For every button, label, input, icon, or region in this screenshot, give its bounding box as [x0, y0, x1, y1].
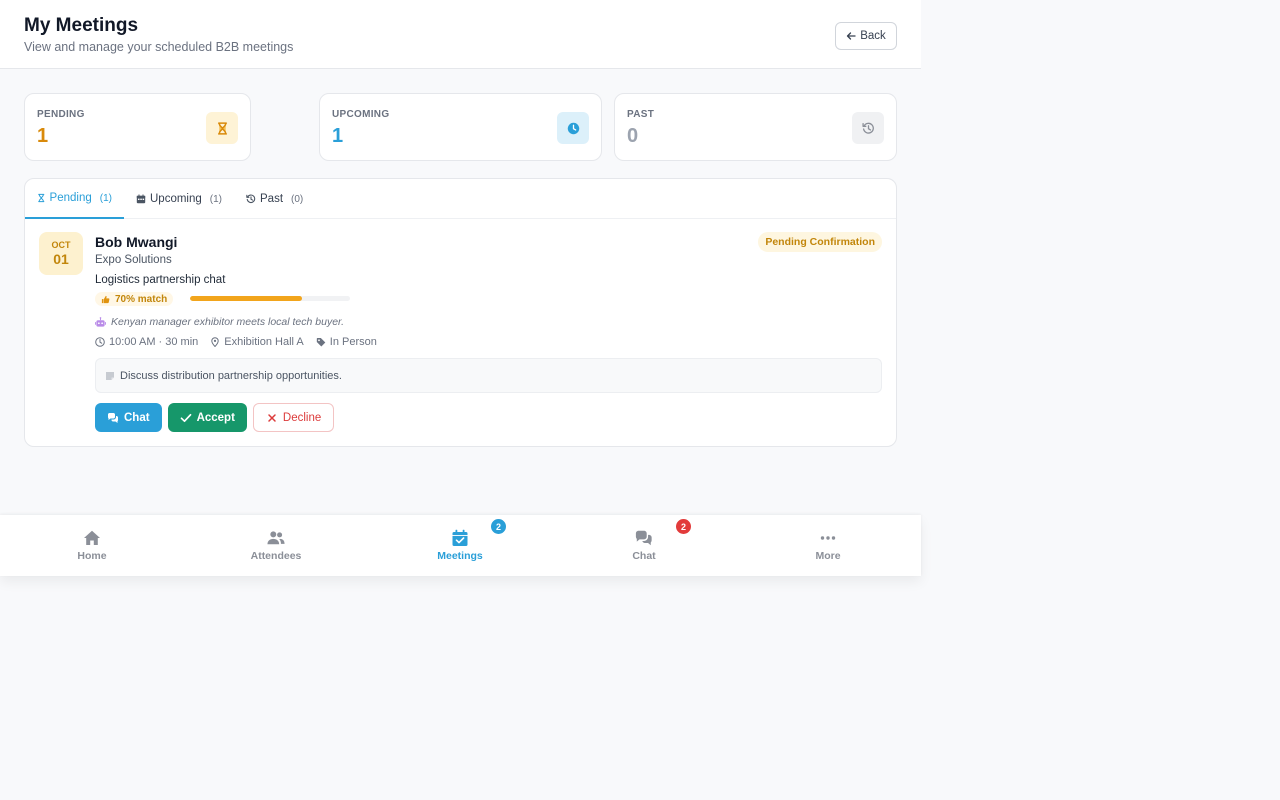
meeting-month: OCT: [51, 240, 71, 250]
ai-note-text: Kenyan manager exhibitor meets local tec…: [111, 316, 345, 328]
tab-count: (1): [209, 193, 223, 205]
meeting-tabs: Pending (1) Upcoming (1) Past (0): [25, 179, 896, 219]
tab-pending[interactable]: Pending (1): [25, 179, 124, 219]
meeting-type: In Person: [316, 336, 377, 348]
decline-button-label: Decline: [282, 411, 322, 424]
note-icon: [106, 371, 114, 380]
tab-count: (1): [99, 192, 112, 204]
meetings-panel: Pending (1) Upcoming (1) Past (0) OCT 01…: [24, 178, 897, 447]
back-button[interactable]: Back: [835, 22, 897, 50]
meeting-topic: Logistics partnership chat: [95, 274, 226, 286]
attendee-company: Expo Solutions: [95, 254, 172, 266]
nav-label: Chat: [632, 550, 656, 562]
nav-more[interactable]: More: [736, 515, 920, 576]
match-progress-fill: [190, 296, 302, 301]
history-icon: [852, 112, 884, 144]
stat-card-pending: PENDING 1: [24, 93, 251, 161]
nav-label: Home: [77, 550, 107, 562]
clock-icon: [557, 112, 589, 144]
arrow-left-icon: [847, 32, 856, 40]
calendar-check-icon: [452, 529, 468, 546]
decline-button[interactable]: Decline: [252, 403, 335, 432]
check-icon: [180, 413, 191, 422]
robot-icon: [95, 316, 106, 327]
page-subtitle: View and manage your scheduled B2B meeti…: [24, 40, 294, 54]
page-title: My Meetings: [24, 15, 139, 36]
stat-card-upcoming: UPCOMING 1: [319, 93, 602, 161]
close-icon: [268, 413, 276, 422]
tab-past[interactable]: Past (0): [234, 179, 315, 219]
meeting-meta: 10:00 AM · 30 min Exhibition Hall A In P…: [95, 336, 377, 348]
meeting-actions: Chat Accept Decline: [95, 403, 335, 432]
nav-label: Meetings: [437, 550, 483, 562]
status-badge: Pending Confirmation: [758, 232, 882, 252]
nav-home[interactable]: Home: [0, 515, 184, 576]
stat-value: 1: [37, 125, 49, 147]
stat-card-past: PAST 0: [614, 93, 897, 161]
stat-value: 1: [332, 125, 344, 147]
hourglass-icon: [206, 112, 238, 144]
back-button-label: Back: [860, 30, 886, 42]
meeting-notes-text: Discuss distribution partnership opportu…: [120, 369, 342, 382]
nav-chat[interactable]: Chat 2: [552, 515, 736, 576]
meeting-type-text: In Person: [329, 336, 377, 348]
meetings-app: My Meetings View and manage your schedul…: [0, 0, 921, 576]
attendee-name: Bob Mwangi: [95, 234, 178, 250]
bottom-navigation: Home Attendees Meetings 2 Chat 2 More: [0, 515, 921, 576]
chat-icon: [108, 412, 118, 423]
meeting-notes: Discuss distribution partnership opportu…: [95, 358, 882, 393]
match-badge: 70% match: [95, 292, 174, 306]
meeting-date-badge: OCT 01: [39, 232, 83, 275]
chat-icon: [635, 530, 652, 546]
tag-icon: [316, 338, 326, 347]
nav-label: More: [815, 550, 841, 562]
meeting-location: Exhibition Hall A: [210, 336, 304, 348]
meeting-time-text: 10:00 AM · 30 min: [109, 336, 199, 348]
tab-label: Past: [260, 193, 284, 205]
stat-label: PAST: [627, 109, 655, 120]
meeting-day: 01: [53, 251, 69, 267]
match-label: 70% match: [115, 293, 168, 305]
stat-value: 0: [627, 125, 639, 147]
calendar-icon: [136, 194, 146, 204]
history-icon: [246, 194, 256, 204]
users-icon: [267, 531, 285, 545]
thumbs-up-icon: [101, 295, 110, 303]
nav-label: Attendees: [250, 550, 302, 562]
chat-button-label: Chat: [124, 411, 150, 424]
nav-attendees[interactable]: Attendees: [184, 515, 368, 576]
clock-icon: [95, 337, 105, 347]
map-pin-icon: [211, 337, 219, 347]
meeting-time: 10:00 AM · 30 min: [95, 336, 198, 348]
hourglass-icon: [38, 193, 45, 203]
accept-button-label: Accept: [196, 411, 235, 424]
chat-button[interactable]: Chat: [95, 403, 162, 432]
ellipsis-icon: [820, 536, 836, 540]
stat-label: PENDING: [37, 109, 85, 120]
tab-label: Pending: [49, 192, 92, 204]
accept-button[interactable]: Accept: [167, 403, 247, 432]
meetings-badge: 2: [491, 519, 506, 534]
ai-match-note: Kenyan manager exhibitor meets local tec…: [95, 316, 344, 328]
tab-count: (0): [291, 193, 304, 205]
nav-meetings[interactable]: Meetings 2: [368, 515, 552, 576]
tab-label: Upcoming: [150, 193, 202, 205]
chat-badge: 2: [676, 519, 691, 534]
home-icon: [84, 530, 100, 545]
tab-upcoming[interactable]: Upcoming (1): [124, 179, 234, 219]
match-progress-bar: [190, 296, 350, 301]
meeting-location-text: Exhibition Hall A: [224, 336, 304, 348]
stat-label: UPCOMING: [332, 109, 390, 120]
page-header: My Meetings View and manage your schedul…: [0, 0, 921, 69]
